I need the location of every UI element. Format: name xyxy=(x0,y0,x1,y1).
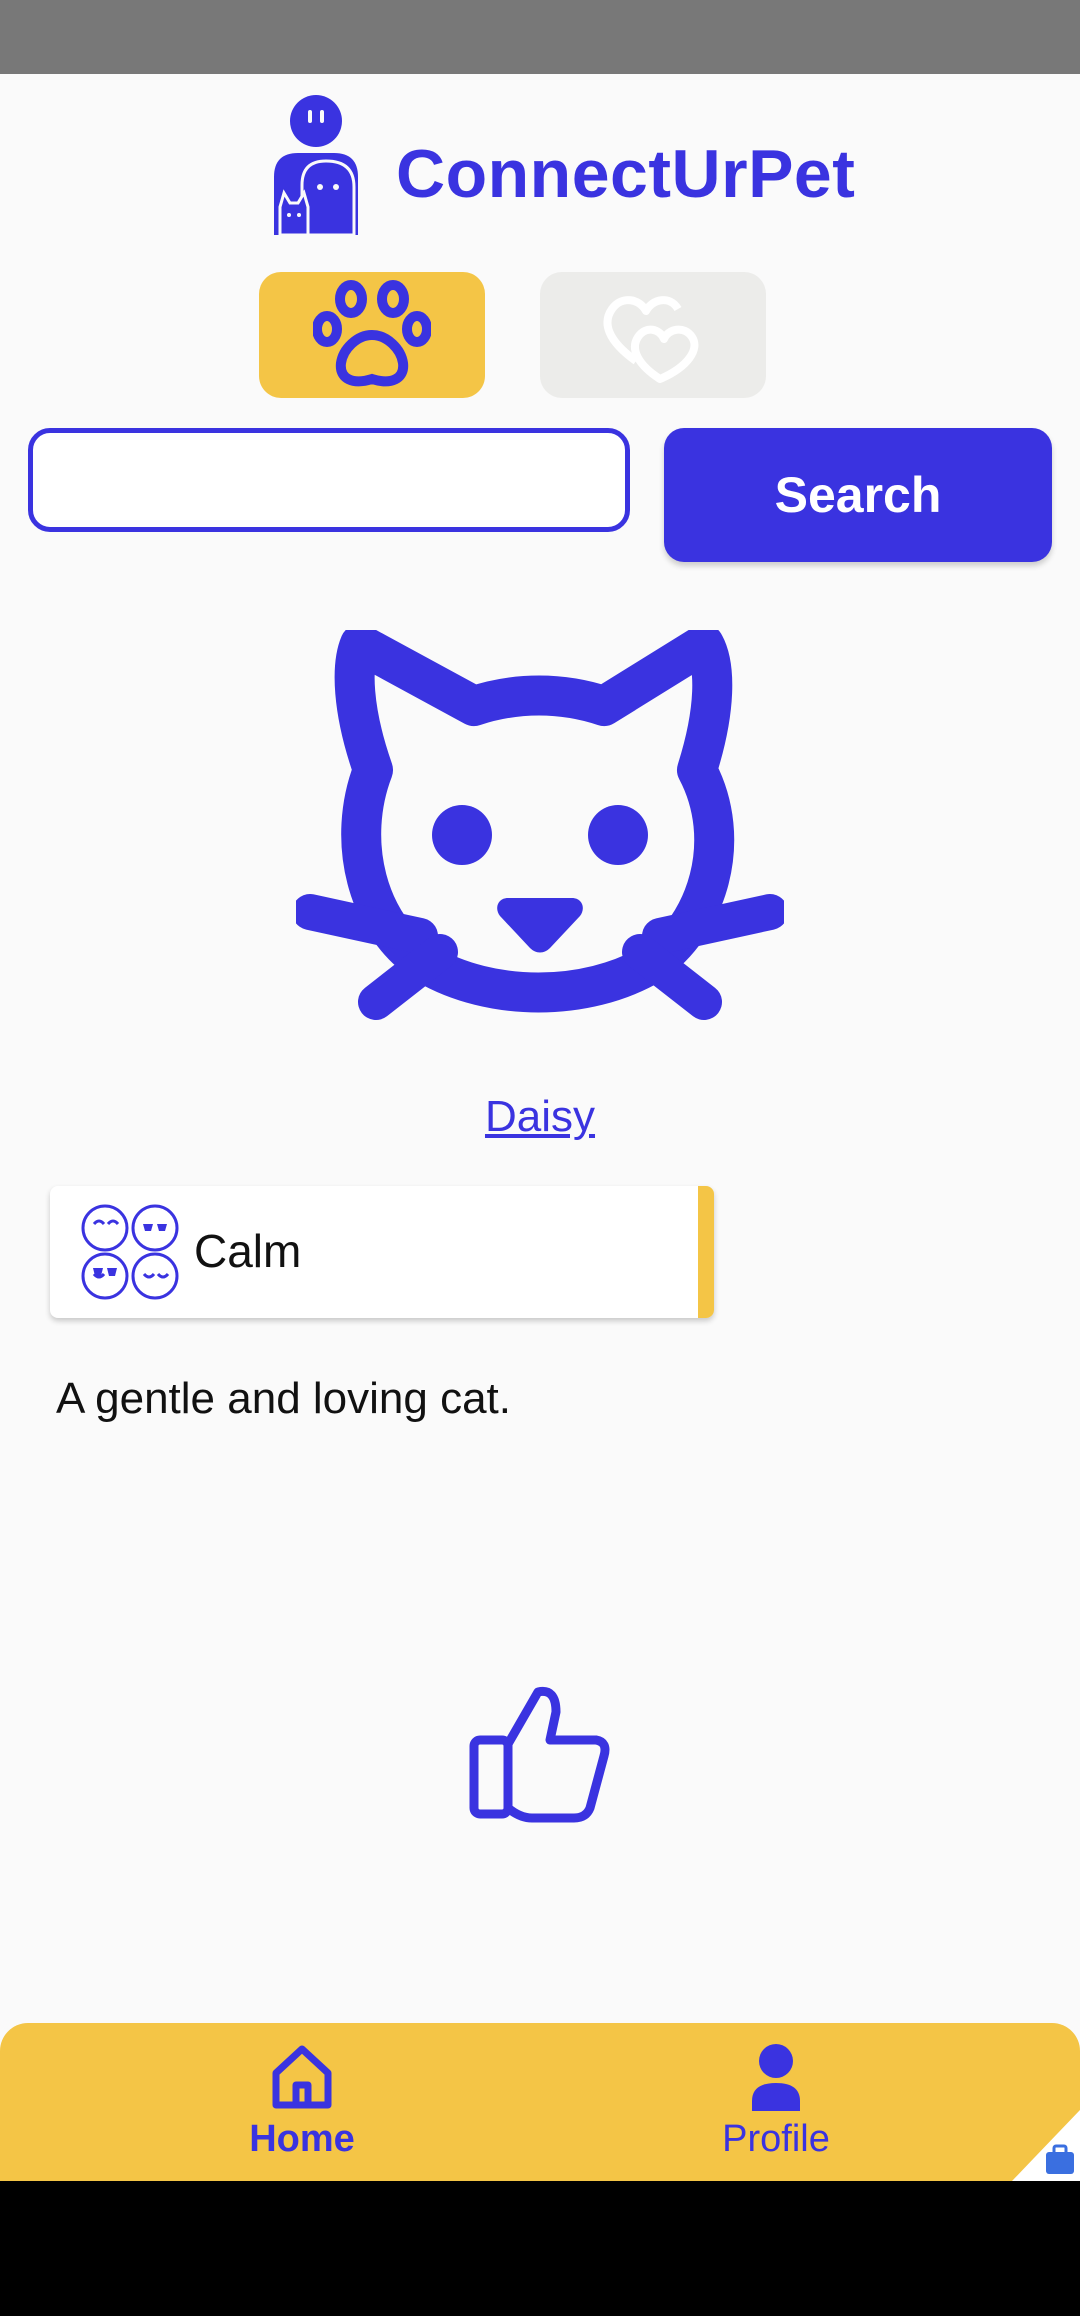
nav-home[interactable]: Home xyxy=(152,2023,452,2181)
nav-home-label: Home xyxy=(249,2118,355,2160)
thumbs-up-icon[interactable] xyxy=(468,1684,612,1824)
trait-accent-bar xyxy=(698,1186,714,1318)
nav-profile[interactable]: Profile xyxy=(626,2023,926,2181)
pets-tab-button[interactable] xyxy=(259,272,485,398)
person-with-pets-icon xyxy=(274,95,358,235)
app-title: ConnectUrPet xyxy=(396,136,856,212)
bottom-navigation: Home Profile xyxy=(0,2023,1080,2181)
pet-description: A gentle and loving cat. xyxy=(56,1374,511,1423)
trait-card: Calm xyxy=(50,1186,714,1318)
search-input[interactable] xyxy=(28,428,630,532)
paw-icon xyxy=(313,280,431,387)
briefcase-icon xyxy=(1012,2110,1080,2181)
home-icon xyxy=(272,2045,332,2109)
system-navigation-bar xyxy=(0,2181,1080,2316)
person-icon xyxy=(752,2044,800,2111)
search-button[interactable]: Search xyxy=(664,428,1052,562)
nav-profile-label: Profile xyxy=(722,2118,830,2160)
cat-face-icon xyxy=(296,630,784,1020)
moods-icon xyxy=(81,1204,179,1300)
pet-name-link[interactable]: Daisy xyxy=(0,1092,1080,1142)
status-bar xyxy=(0,0,1080,74)
matches-tab-button[interactable] xyxy=(540,272,766,398)
app-header: ConnectUrPet xyxy=(0,95,1080,240)
trait-label: Calm xyxy=(194,1225,302,1277)
hearts-icon xyxy=(603,296,699,383)
